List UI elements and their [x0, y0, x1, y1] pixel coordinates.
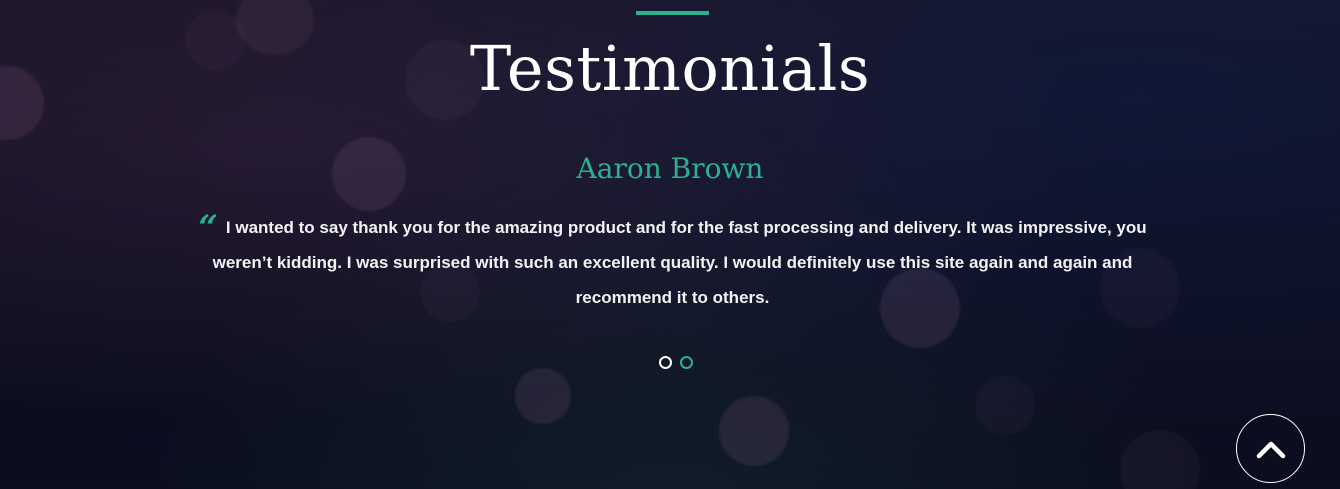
carousel-dot-1[interactable]	[659, 356, 672, 369]
testimonial-text: I wanted to say thank you for the amazin…	[212, 218, 1147, 307]
title-accent-bar	[636, 11, 709, 15]
testimonial-author: Aaron Brown	[576, 152, 764, 185]
testimonials-section: Testimonials Aaron Brown “I wanted to sa…	[0, 0, 1340, 489]
carousel-dot-2[interactable]	[680, 356, 693, 369]
back-to-top-button[interactable]	[1236, 414, 1305, 483]
carousel-pagination	[659, 356, 693, 369]
section-title: Testimonials	[469, 32, 871, 105]
quote-open-icon: “	[198, 208, 218, 248]
chevron-up-icon	[1256, 441, 1285, 458]
testimonials-content: Testimonials Aaron Brown “I wanted to sa…	[0, 0, 1340, 489]
testimonial-quote: “I wanted to say thank you for the amazi…	[195, 210, 1150, 315]
